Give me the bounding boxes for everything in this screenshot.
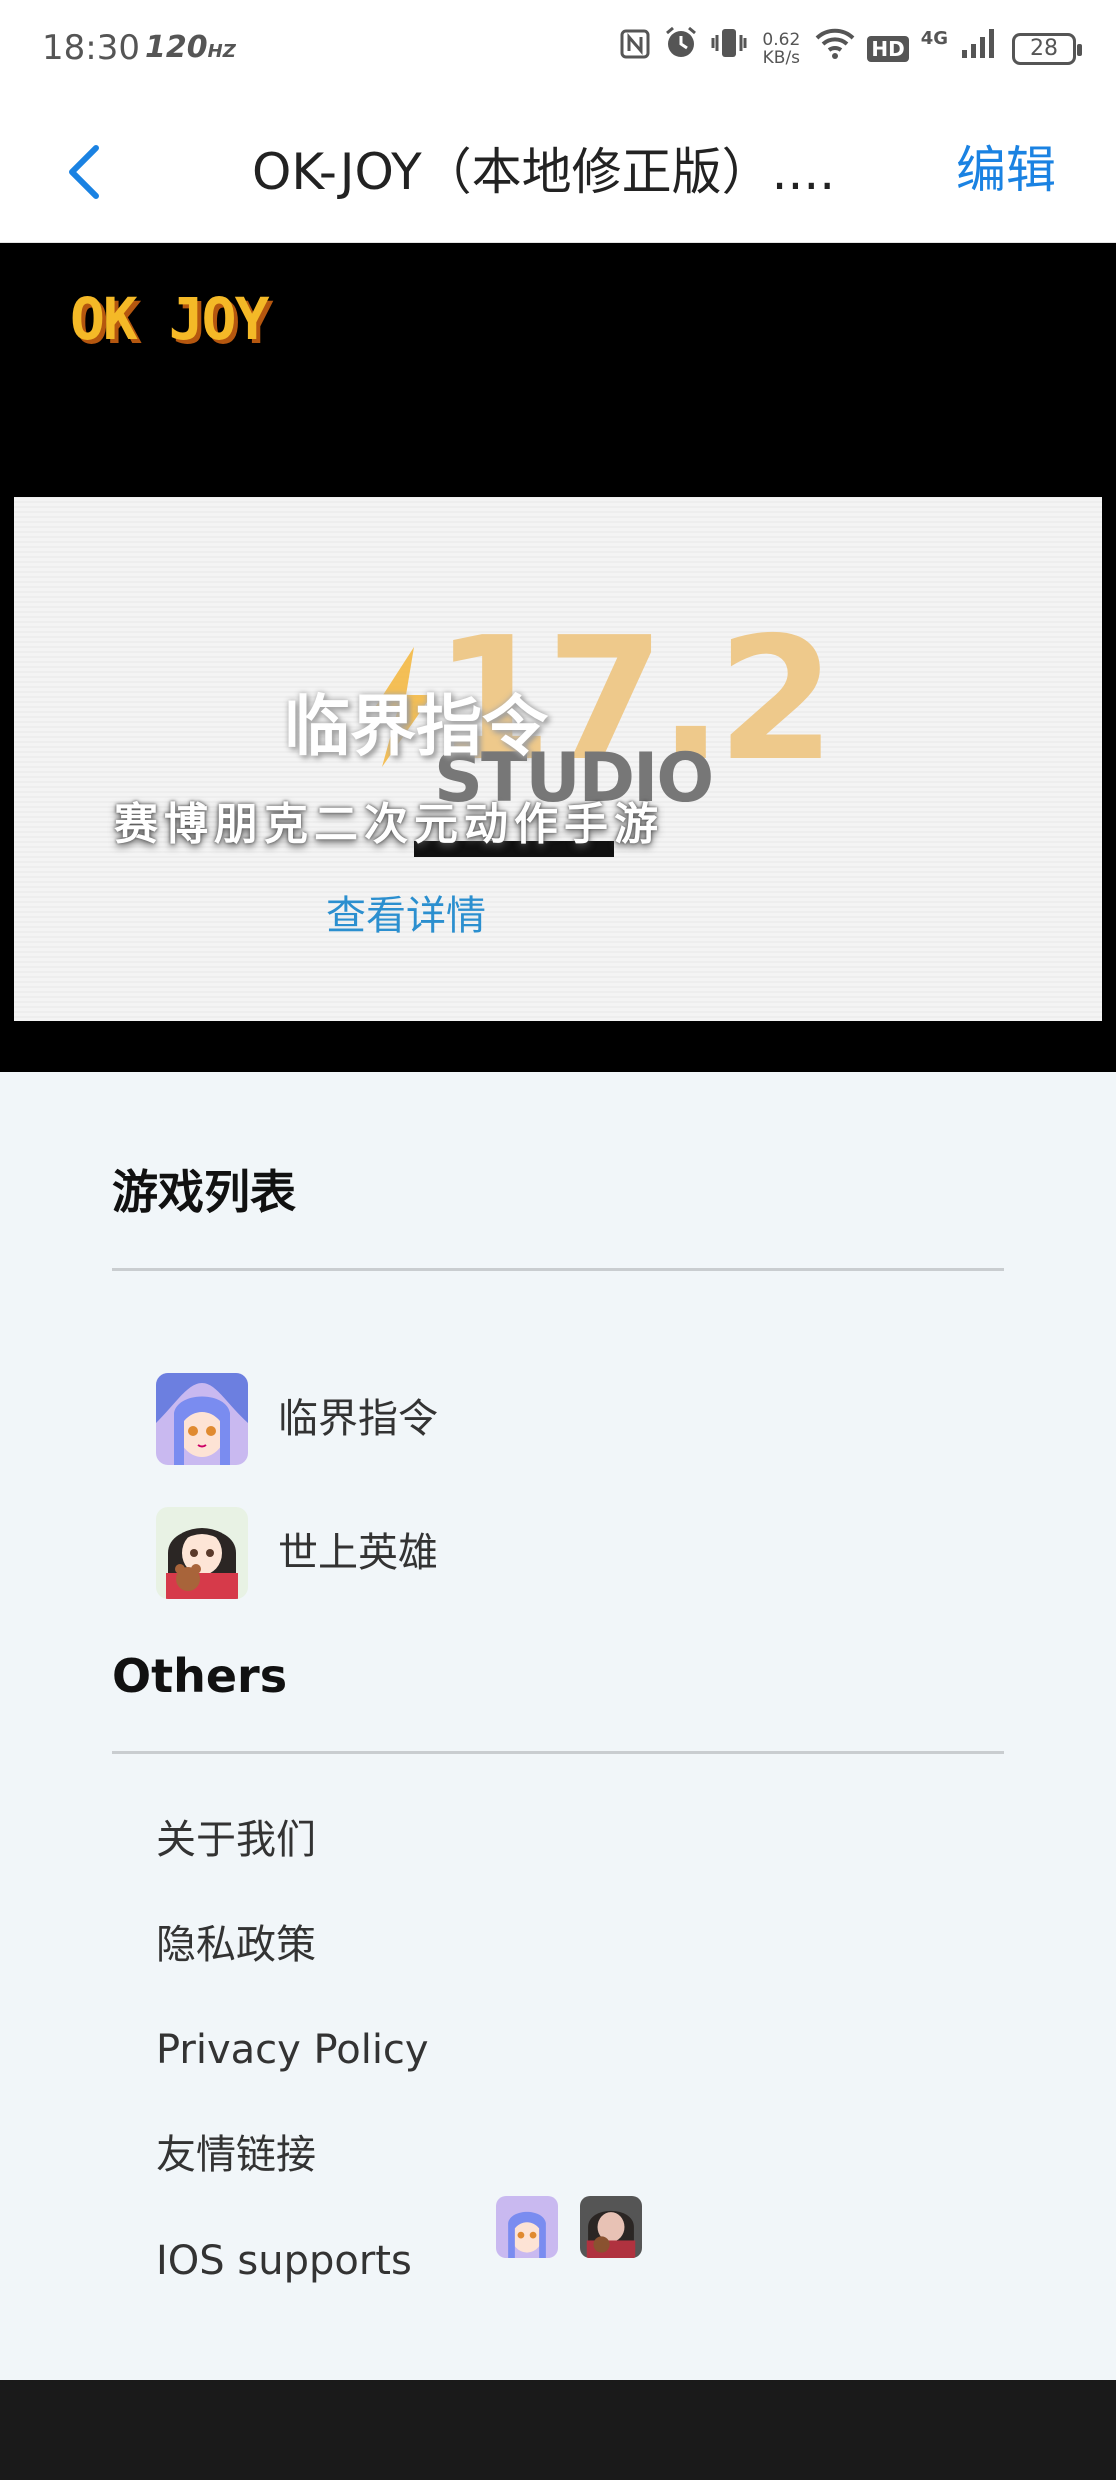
page-title: OK-JOY（本地修正版）.... <box>252 143 836 201</box>
privacy-policy-cn-link[interactable]: 隐私政策 <box>156 1919 316 1971</box>
refresh-rate: 120HZ <box>145 30 236 65</box>
anime-girl-blue-hair-icon[interactable] <box>496 2196 558 2258</box>
divider <box>112 1268 1004 1271</box>
friend-links-link[interactable]: 友情链接 <box>156 2129 316 2181</box>
hero-banner: OK JOY 17.2 STUDIO 临界指令 赛博朋克二次元动作手游 查看详情 <box>0 243 1116 1072</box>
about-us-link[interactable]: 关于我们 <box>156 1814 316 1866</box>
ios-supports-link[interactable]: IOS supports <box>156 2235 412 2287</box>
game-item-shishang[interactable]: 世上英雄 <box>156 1507 438 1599</box>
ios-app-icons <box>496 2196 642 2258</box>
nav-bar: OK-JOY（本地修正版）.... 编辑 <box>0 100 1116 243</box>
wifi-icon <box>815 26 855 72</box>
game-item-linjie[interactable]: 临界指令 <box>156 1373 438 1465</box>
anime-girl-teddy-bear-icon <box>156 1507 248 1599</box>
alarm-icon <box>663 25 699 73</box>
signal-icon <box>960 26 1000 72</box>
nfc-icon <box>619 26 651 72</box>
network-speed: 0.62 KB/s <box>762 30 801 68</box>
edit-button[interactable]: 编辑 <box>956 138 1056 202</box>
back-button[interactable] <box>58 140 110 204</box>
privacy-policy-en-link[interactable]: Privacy Policy <box>156 2024 429 2076</box>
vibrate-icon <box>711 25 747 73</box>
others-section-title: Others <box>112 1649 288 1703</box>
anime-girl-teddy-bear-icon[interactable] <box>580 2196 642 2258</box>
divider <box>112 1751 1004 1754</box>
status-icons: 0.62 KB/s HD 4G 28 <box>619 25 1082 73</box>
view-details-link[interactable]: 查看详情 <box>326 891 486 941</box>
chevron-left-icon <box>69 145 99 199</box>
status-time: 18:30 <box>42 28 140 68</box>
game-slogan: 赛博朋克二次元动作手游 <box>114 799 664 850</box>
hd-badge: HD <box>867 36 909 62</box>
network-type: 4G <box>920 28 948 49</box>
game-name: 世上英雄 <box>278 1530 438 1576</box>
anime-girl-blue-hair-icon <box>156 1373 248 1465</box>
footer-bar <box>0 2380 1116 2480</box>
status-bar: 18:30 120HZ 0.62 KB/s HD 4G 28 <box>0 0 1116 100</box>
battery-icon: 28 <box>1012 33 1082 65</box>
game-name: 临界指令 <box>278 1396 438 1442</box>
site-logo: OK JOY <box>70 285 270 353</box>
game-promo-card[interactable]: 17.2 STUDIO 临界指令 赛博朋克二次元动作手游 查看详情 <box>14 497 1102 1021</box>
games-section-title: 游戏列表 <box>112 1165 296 1219</box>
game-logo-text: 临界指令 <box>284 688 548 765</box>
